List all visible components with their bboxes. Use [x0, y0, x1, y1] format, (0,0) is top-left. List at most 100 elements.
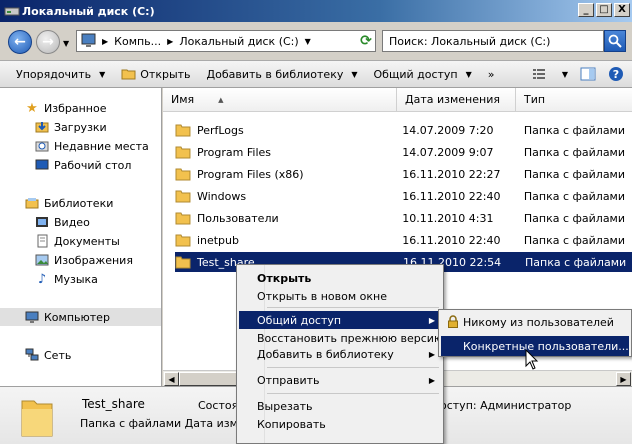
breadcrumb-drive[interactable]: Локальный диск (C:) — [176, 35, 301, 48]
nav-label: Документы — [54, 234, 120, 248]
submenu-arrow-icon: ▶ — [428, 349, 435, 359]
menu-item-share[interactable]: Общий доступ ▶ — [239, 311, 441, 329]
menu-item-send-to[interactable]: Отправить ▶ — [239, 371, 441, 389]
nav-label: Загрузки — [54, 120, 107, 134]
view-options-icon[interactable] — [532, 67, 550, 81]
help-icon[interactable]: ? — [608, 66, 624, 82]
share-button[interactable]: Общий доступ ▼ — [366, 61, 480, 87]
nav-label: Рабочий стол — [54, 158, 132, 172]
scroll-right-icon[interactable]: ▶ — [616, 372, 631, 386]
breadcrumb-arrow-icon[interactable]: ▶ — [99, 37, 111, 46]
open-button[interactable]: Открыть — [113, 61, 198, 87]
breadcrumb-arrow-icon[interactable]: ▶ — [164, 37, 176, 46]
nav-label: Компьютер — [44, 310, 110, 324]
close-button[interactable]: X — [614, 3, 630, 17]
music-icon: ♪ — [37, 271, 47, 287]
file-type: Папка с файлами — [523, 167, 626, 181]
file-name: Пользователи — [196, 211, 279, 225]
file-row[interactable]: Пользователи 10.11.2010 4:31 Папка с фай… — [175, 208, 625, 228]
minimize-button[interactable]: _ — [578, 3, 594, 17]
maximize-button[interactable]: □ — [596, 3, 612, 17]
file-name: inetpub — [196, 233, 239, 247]
navigation-pane: ★ Избранное Загрузки Недавние места Рабоч… — [0, 88, 162, 386]
file-name: Program Files — [196, 145, 271, 159]
folder-icon — [175, 124, 191, 137]
menu-item-label: Отправить — [257, 373, 320, 387]
nav-label: Изображения — [54, 253, 133, 267]
nav-label: Видео — [54, 215, 90, 229]
chevron-down-icon: ▼ — [351, 69, 358, 79]
address-bar-area: ← → ▼ ▶ Компь... ▶ Локальный диск (C:) ▼… — [0, 22, 632, 60]
menu-separator — [267, 307, 439, 308]
chevron-down-icon[interactable]: ▼ — [562, 70, 568, 79]
forward-button[interactable]: → — [36, 30, 60, 54]
menu-item-open-new-window[interactable]: Открыть в новом окне — [239, 287, 441, 305]
file-type: Папка с файлами — [523, 145, 626, 159]
nav-desktop[interactable]: Рабочий стол — [34, 156, 131, 174]
file-type: Папка с файлами — [523, 211, 626, 225]
nav-documents[interactable]: Документы — [34, 232, 120, 250]
file-date: 14.07.2009 9:07 — [402, 145, 494, 159]
menu-separator — [267, 393, 439, 394]
file-row[interactable]: inetpub 16.11.2010 22:40 Папка с файлами — [175, 230, 625, 250]
downloads-icon — [34, 119, 50, 135]
folder-open-icon — [121, 69, 136, 80]
nav-favorites[interactable]: ★ Избранное — [24, 99, 106, 117]
folder-icon — [175, 256, 191, 269]
scroll-left-icon[interactable]: ◀ — [164, 372, 179, 386]
column-header-type[interactable]: Тип — [516, 88, 632, 112]
nav-computer[interactable]: Компьютер — [0, 308, 161, 326]
file-name: Program Files (x86) — [196, 167, 304, 181]
file-row[interactable]: Program Files (x86) 16.11.2010 22:27 Пап… — [175, 164, 625, 184]
nav-images[interactable]: Изображения — [34, 251, 133, 269]
address-box[interactable]: ▶ Компь... ▶ Локальный диск (C:) ▼ — [76, 30, 376, 52]
menu-item-cut[interactable]: Вырезать — [239, 397, 441, 415]
file-row[interactable]: Windows 16.11.2010 22:40 Папка с файлами — [175, 186, 625, 206]
images-icon — [34, 252, 50, 268]
column-name-label: Имя — [171, 93, 195, 106]
breadcrumb-computer[interactable]: Компь... — [111, 35, 164, 48]
nav-label: Библиотеки — [44, 196, 114, 210]
add-library-label: Добавить в библиотеку — [206, 67, 344, 81]
video-icon — [34, 214, 50, 230]
nav-network[interactable]: Сеть — [24, 346, 71, 364]
search-input[interactable]: Поиск: Локальный диск (C:) — [382, 30, 604, 52]
back-button[interactable]: ← — [8, 30, 32, 54]
file-type: Папка с файлами — [523, 233, 626, 247]
breadcrumb-arrow-icon[interactable]: ▼ — [302, 37, 314, 46]
add-to-library-button[interactable]: Добавить в библиотеку ▼ — [199, 61, 366, 87]
share-label: Общий доступ — [373, 67, 458, 81]
nav-libraries[interactable]: Библиотеки — [24, 194, 113, 212]
file-type: Папка с файлами — [523, 123, 626, 137]
submenu-item-nobody[interactable]: Никому из пользователей — [441, 312, 629, 332]
chevron-down-icon: ▼ — [99, 69, 106, 79]
folder-icon — [175, 168, 191, 181]
file-row[interactable]: Program Files 14.07.2009 9:07 Папка с фа… — [175, 142, 625, 162]
menu-item-add-library[interactable]: Добавить в библиотеку ▶ — [239, 345, 441, 363]
nav-downloads[interactable]: Загрузки — [34, 118, 107, 136]
chevron-down-icon: ▼ — [465, 69, 472, 79]
preview-pane-icon[interactable] — [580, 67, 596, 81]
explorer-window: Локальный диск (C:) _ □ X ← → ▼ ▶ Компь.… — [0, 0, 632, 444]
nav-label: Избранное — [44, 101, 107, 115]
more-button[interactable]: » — [480, 61, 503, 87]
column-header-date[interactable]: Дата изменения — [397, 88, 516, 112]
computer-icon — [24, 309, 40, 325]
nav-video[interactable]: Видео — [34, 213, 90, 231]
menu-item-copy[interactable]: Копировать — [239, 415, 441, 433]
chevron-down-icon[interactable]: ▼ — [63, 39, 69, 48]
nav-music[interactable]: ♪ Музыка — [34, 270, 98, 288]
file-type: Папка с файлами — [523, 189, 626, 203]
search-icon[interactable] — [604, 30, 626, 52]
svg-text:?: ? — [613, 68, 619, 81]
organize-button[interactable]: Упорядочить ▼ — [0, 61, 113, 87]
column-header-name[interactable]: Имя ▲ — [163, 88, 397, 112]
desktop-icon — [34, 157, 50, 173]
file-date: 16.11.2010 22:40 — [402, 233, 501, 247]
refresh-icon[interactable]: ⟳ — [356, 31, 376, 51]
nav-recent[interactable]: Недавние места — [34, 137, 149, 155]
file-row[interactable]: PerfLogs 14.07.2009 7:20 Папка с файлами — [175, 120, 625, 140]
file-date: 16.11.2010 22:27 — [402, 167, 501, 181]
menu-item-open[interactable]: Открыть — [239, 269, 441, 287]
documents-icon — [34, 233, 50, 249]
